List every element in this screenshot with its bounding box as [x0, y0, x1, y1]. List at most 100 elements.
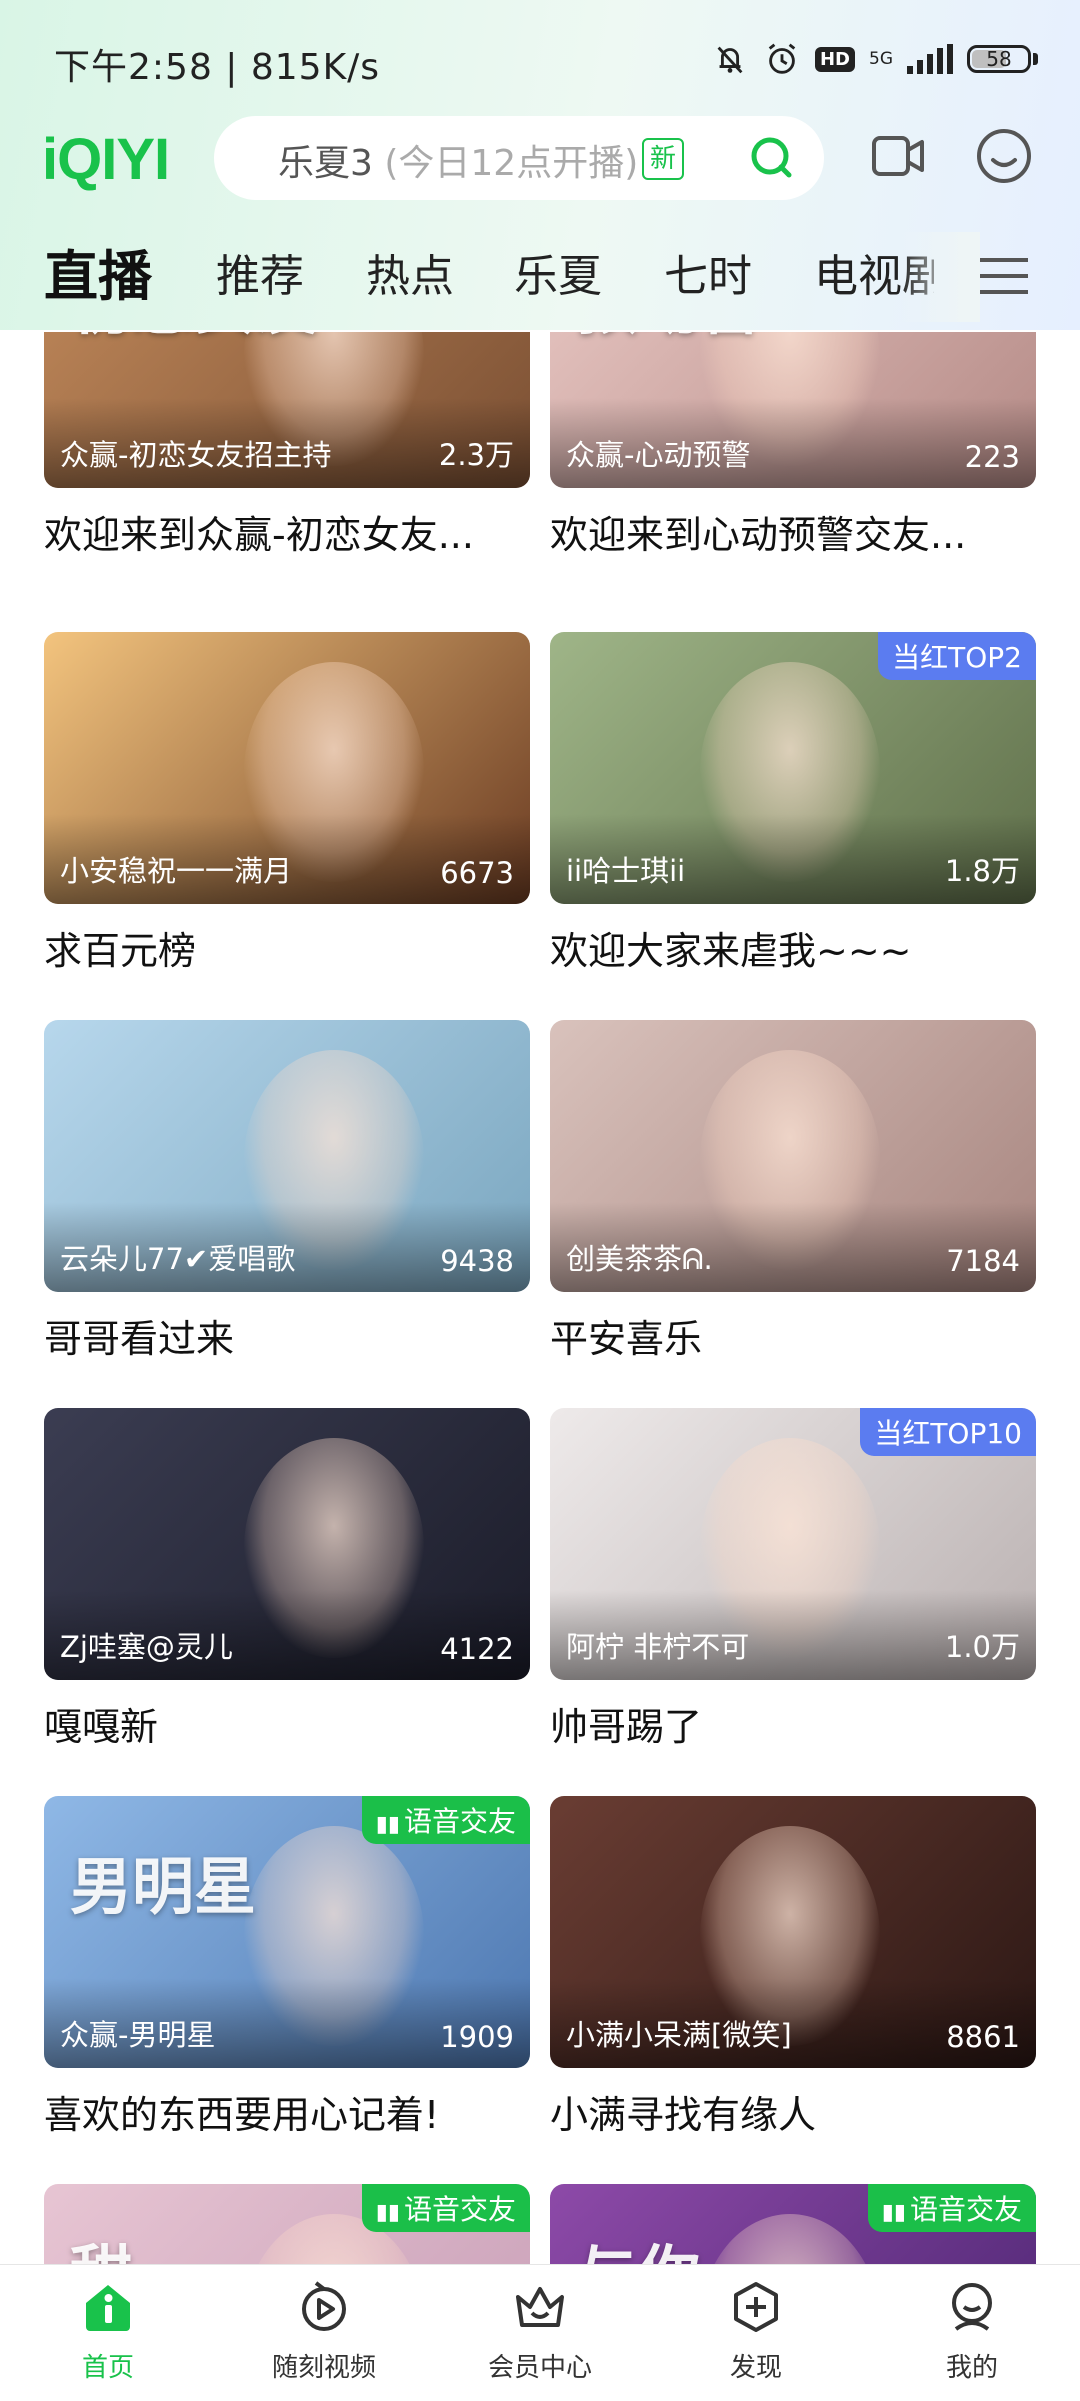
nav-me[interactable]: 我的 — [872, 2265, 1072, 2401]
live-title[interactable]: 欢迎大家来虐我~~~ — [550, 920, 1036, 975]
live-thumbnail[interactable]: 创美茶茶ᕱ. 7184 — [550, 1020, 1036, 1292]
live-title[interactable]: 哥哥看过来 — [44, 1308, 530, 1363]
search-keyword: 乐夏3 — [278, 143, 373, 184]
streamer-name: 众赢-初恋女友招主持 — [60, 438, 332, 472]
live-card[interactable]: 小满小呆满[微笑] 8861 小满寻找有缘人 — [550, 1796, 1036, 2139]
badge-label: 当红TOP10 — [874, 1417, 1022, 1450]
viewer-count: 1.8万 — [944, 854, 1020, 888]
search-placeholder: 乐夏3 (今日12点开播) — [278, 134, 638, 186]
live-thumbnail[interactable]: 男明星 众赢-男明星 1909 ▮▮ 语音交友 — [44, 1796, 530, 2068]
streamer-name: ii哈士琪ii — [566, 854, 686, 888]
video-call-icon[interactable] — [868, 126, 928, 186]
live-thumbnail[interactable]: 初恋女友众赢-初恋女友招主持 2.3万 — [44, 332, 530, 488]
tab-seven[interactable]: 七时 — [664, 240, 752, 304]
live-thumbnail[interactable]: 小满小呆满[微笑] 8861 — [550, 1796, 1036, 2068]
streamer-silhouette — [700, 2214, 880, 2264]
new-tag: 新 — [642, 138, 684, 180]
nav-suike-video[interactable]: 随刻视频 — [224, 2265, 424, 2401]
live-card[interactable]: Zj哇塞@灵儿 4122 嘎嘎新 — [44, 1408, 530, 1751]
viewer-count: 8861 — [946, 2020, 1020, 2054]
streamer-name: 小满小呆满[微笑] — [566, 2018, 792, 2052]
live-card[interactable]: 甜 ▮▮语音交友 — [44, 2184, 530, 2264]
live-card[interactable]: 与你 ▮▮语音交友 — [550, 2184, 1036, 2264]
live-card[interactable]: 创美茶茶ᕱ. 7184 平安喜乐 — [550, 1020, 1036, 1363]
live-title[interactable]: 欢迎来到心动预警交友... — [550, 504, 1036, 559]
live-card[interactable]: 预动警众赢-心动预警 223 欢迎来到心动预警交友... — [550, 332, 1036, 559]
viewer-count: 7184 — [946, 1244, 1020, 1278]
tab-live[interactable]: 直播 — [44, 232, 152, 311]
alarm-icon — [768, 43, 796, 74]
viewer-count: 2.3万 — [438, 438, 514, 472]
live-title[interactable]: 欢迎来到众赢-初恋女友... — [44, 504, 530, 559]
search-icon[interactable] — [746, 132, 796, 182]
viewer-count: 9438 — [440, 1244, 514, 1278]
signal-icon — [907, 44, 953, 74]
live-card[interactable]: 男明星 众赢-男明星 1909 ▮▮ 语音交友 喜欢的东西要用心记着! — [44, 1796, 530, 2139]
live-title[interactable]: 帅哥踢了 — [550, 1696, 1036, 1751]
thumbnail-overlay-text: 预动警 — [576, 332, 762, 346]
tab-summer[interactable]: 乐夏 — [514, 240, 602, 304]
badge-label: 语音交友 — [909, 2193, 1022, 2226]
nav-discover[interactable]: 发现 — [656, 2265, 856, 2401]
streamer-name: 云朵儿77✔爱唱歌 — [60, 1242, 296, 1276]
live-card[interactable]: 云朵儿77✔爱唱歌 9438 哥哥看过来 — [44, 1020, 530, 1363]
streamer-name: Zj哇塞@灵儿 — [60, 1630, 233, 1664]
battery-icon: 58 — [967, 45, 1038, 73]
voice-chat-badge: ▮▮ 语音交友 — [867, 2184, 1036, 2232]
live-thumbnail[interactable]: 与你 ▮▮语音交友 — [550, 2184, 1036, 2264]
discover-plus-icon — [734, 2282, 778, 2332]
live-feed: 初恋女友众赢-初恋女友招主持 2.3万欢迎来到众赢-初恋女友... 预动警众赢-心动… — [0, 332, 1080, 2264]
voice-wave-icon: ▮▮ — [375, 2200, 400, 2225]
live-card[interactable]: 阿柠 非柠不可 1.0万 当红TOP10 帅哥踢了 — [550, 1408, 1036, 1751]
tab-recommend[interactable]: 推荐 — [216, 240, 304, 304]
viewer-count: 6673 — [440, 856, 514, 890]
live-thumbnail[interactable]: 小安稳祝一一满月 6673 — [44, 632, 530, 904]
channel-tabs: 直播 推荐 热点 乐夏 七时 电视剧 — [0, 232, 1080, 322]
top-rank-badge: 当红TOP10 — [860, 1408, 1036, 1456]
live-title[interactable]: 求百元榜 — [44, 920, 530, 975]
live-thumbnail[interactable]: ii哈士琪ii 1.8万 当红TOP2 — [550, 632, 1036, 904]
badge-label: 语音交友 — [403, 2193, 516, 2226]
live-thumbnail[interactable]: 预动警众赢-心动预警 223 — [550, 332, 1036, 488]
streamer-name: 众赢-心动预警 — [566, 438, 751, 472]
voice-chat-badge: ▮▮ 语音交友 — [361, 2184, 530, 2232]
live-card[interactable]: ii哈士琪ii 1.8万 当红TOP2 欢迎大家来虐我~~~ — [550, 632, 1036, 975]
viewer-count: 1.0万 — [944, 1630, 1020, 1664]
iqiyi-logo[interactable]: iQIYI — [42, 126, 170, 193]
voice-wave-icon: ▮▮ — [375, 1812, 400, 1837]
live-thumbnail[interactable]: 云朵儿77✔爱唱歌 9438 — [44, 1020, 530, 1292]
viewer-count: 4122 — [440, 1632, 514, 1666]
tab-hot[interactable]: 热点 — [366, 240, 454, 304]
network-type: 5G — [869, 48, 893, 69]
nav-home[interactable]: 首页 — [8, 2265, 208, 2401]
mute-bell-icon — [717, 46, 743, 74]
me-icon — [952, 2283, 992, 2331]
play-circle-icon — [302, 2281, 346, 2331]
live-thumbnail[interactable]: 阿柠 非柠不可 1.0万 当红TOP10 — [550, 1408, 1036, 1680]
live-card[interactable]: 小安稳祝一一满月 6673 求百元榜 — [44, 632, 530, 975]
nav-label: 会员中心 — [487, 2353, 592, 2383]
live-title[interactable]: 平安喜乐 — [550, 1308, 1036, 1363]
crown-icon — [516, 2287, 564, 2327]
live-title[interactable]: 喜欢的东西要用心记着! — [44, 2084, 530, 2139]
viewer-count: 1909 — [440, 2020, 514, 2054]
nav-label: 首页 — [81, 2353, 134, 2383]
streamer-name: 众赢-男明星 — [60, 2018, 216, 2052]
search-hint: (今日12点开播) — [372, 143, 639, 184]
live-title[interactable]: 嘎嘎新 — [44, 1696, 530, 1751]
nav-label: 我的 — [945, 2353, 998, 2383]
top-rank-badge: 当红TOP2 — [878, 632, 1036, 680]
live-title[interactable]: 小满寻找有缘人 — [550, 2084, 1036, 2139]
streamer-name: 创美茶茶ᕱ. — [566, 1242, 713, 1276]
search-bar[interactable]: 乐夏3 (今日12点开播) 新 — [214, 116, 824, 200]
thumbnail-overlay-text: 初恋女友 — [70, 332, 318, 346]
nav-vip-center[interactable]: 会员中心 — [440, 2265, 640, 2401]
profile-icon[interactable] — [974, 126, 1034, 186]
nav-label: 发现 — [729, 2353, 782, 2383]
menu-icon[interactable] — [976, 248, 1032, 304]
live-thumbnail[interactable]: 甜 ▮▮语音交友 — [44, 2184, 530, 2264]
live-card[interactable]: 初恋女友众赢-初恋女友招主持 2.3万欢迎来到众赢-初恋女友... — [44, 332, 530, 559]
status-icons: HD 5G 58 — [711, 40, 1038, 78]
live-thumbnail[interactable]: Zj哇塞@灵儿 4122 — [44, 1408, 530, 1680]
thumbnail-overlay-text: 甜 — [70, 2224, 132, 2264]
